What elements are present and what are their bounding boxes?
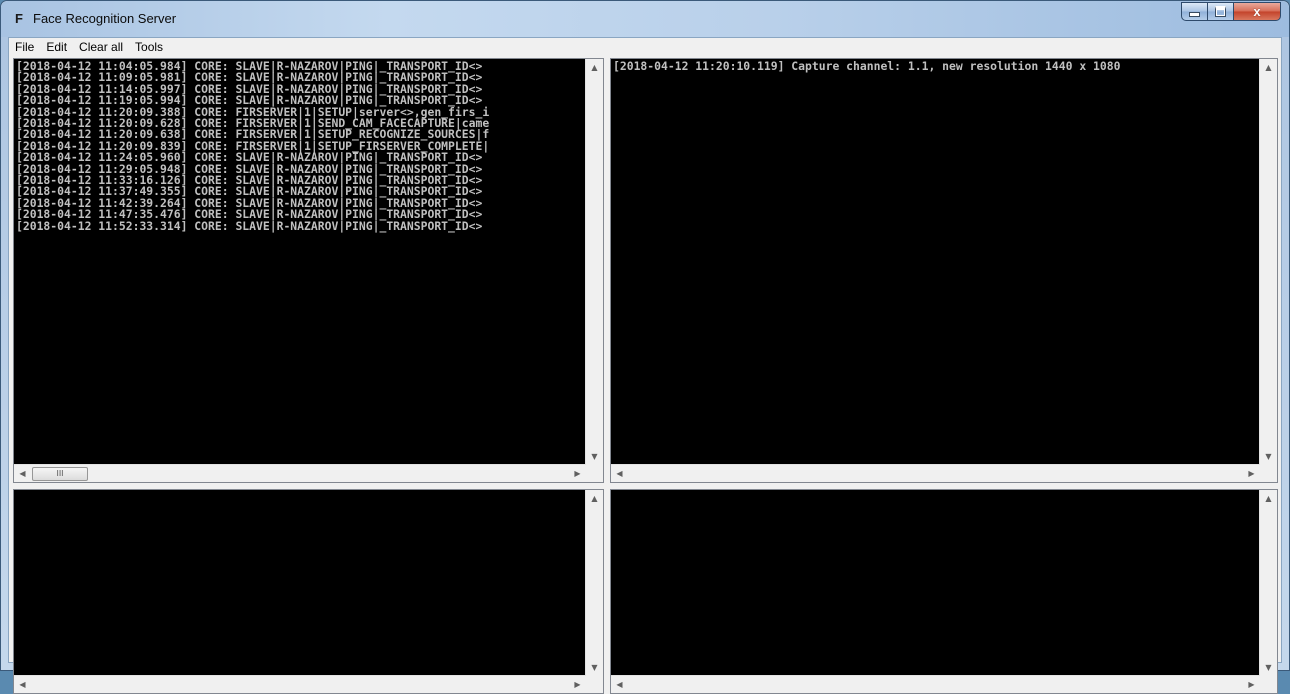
horizontal-splitter[interactable] [13,483,1278,489]
log-text: [2018-04-12 11:04:05.984] CORE: SLAVE|R-… [16,61,586,465]
scroll-corner [1260,465,1277,482]
log-text: [2018-04-12 11:20:10.119] Capture channe… [613,61,1260,465]
close-icon: x [1253,4,1261,19]
vertical-scrollbar[interactable]: ▲ ▼ [585,490,603,676]
scroll-left-arrow[interactable]: ◀ [14,676,31,693]
log-pane-top-right[interactable]: [2018-04-12 11:20:10.119] Capture channe… [610,58,1278,483]
vertical-scrollbar[interactable]: ▲ ▼ [1259,490,1277,676]
scroll-down-arrow[interactable]: ▼ [1260,659,1277,676]
menu-bar: File Edit Clear all Tools [9,38,1281,57]
scroll-up-arrow[interactable]: ▲ [586,59,603,76]
maximize-icon [1215,6,1226,17]
log-line: [2018-04-12 11:20:10.119] Capture channe… [613,61,1121,73]
log-pane-bottom-left[interactable]: ▲ ▼ ◀ ▶ [13,489,604,694]
horizontal-scroll-thumb[interactable]: III [32,467,88,481]
app-window: F Face Recognition Server x File Edit Cl… [0,0,1290,694]
menu-file[interactable]: File [9,38,40,57]
log-pane-bottom-right[interactable]: ▲ ▼ ◀ ▶ [610,489,1278,694]
horizontal-scrollbar[interactable]: ◀ ▶ [611,464,1260,482]
resize-grip[interactable] [1260,676,1277,693]
scroll-left-arrow[interactable]: ◀ [14,465,31,482]
close-button[interactable]: x [1234,2,1281,21]
title-bar[interactable]: F Face Recognition Server x [1,1,1289,37]
scroll-right-arrow[interactable]: ▶ [569,465,586,482]
scroll-corner [586,676,603,693]
scroll-left-arrow[interactable]: ◀ [611,465,628,482]
scroll-up-arrow[interactable]: ▲ [586,490,603,507]
menu-edit[interactable]: Edit [40,38,73,57]
menu-tools[interactable]: Tools [129,38,169,57]
log-pane-top-left[interactable]: [2018-04-12 11:04:05.984] CORE: SLAVE|R-… [13,58,604,483]
scroll-right-arrow[interactable]: ▶ [1243,465,1260,482]
scroll-down-arrow[interactable]: ▼ [586,448,603,465]
log-line: [2018-04-12 11:52:33.314] CORE: SLAVE|R-… [16,218,483,233]
horizontal-scrollbar[interactable]: ◀ ▶ [611,675,1260,693]
log-text [16,492,586,676]
menu-clear-all[interactable]: Clear all [73,38,129,57]
client-area: File Edit Clear all Tools [2018-04-12 11… [8,37,1282,694]
window-title: Face Recognition Server [33,11,177,26]
vertical-scrollbar[interactable]: ▲ ▼ [1259,59,1277,465]
scroll-left-arrow[interactable]: ◀ [611,676,628,693]
scroll-down-arrow[interactable]: ▼ [586,659,603,676]
scroll-up-arrow[interactable]: ▲ [1260,490,1277,507]
scroll-right-arrow[interactable]: ▶ [569,676,586,693]
scroll-down-arrow[interactable]: ▼ [1260,448,1277,465]
scroll-corner [586,465,603,482]
caption-buttons: x [1181,2,1281,21]
scroll-right-arrow[interactable]: ▶ [1243,676,1260,693]
log-text [613,492,1260,676]
app-icon: F [15,11,23,26]
minimize-button[interactable] [1181,2,1208,21]
minimize-icon [1189,12,1200,17]
scroll-up-arrow[interactable]: ▲ [1260,59,1277,76]
maximize-button[interactable] [1208,2,1234,21]
vertical-scrollbar[interactable]: ▲ ▼ [585,59,603,465]
horizontal-scrollbar[interactable]: ◀ ▶ [14,675,586,693]
horizontal-scrollbar[interactable]: ◀ III ▶ [14,464,586,482]
vertical-splitter[interactable] [604,58,610,694]
